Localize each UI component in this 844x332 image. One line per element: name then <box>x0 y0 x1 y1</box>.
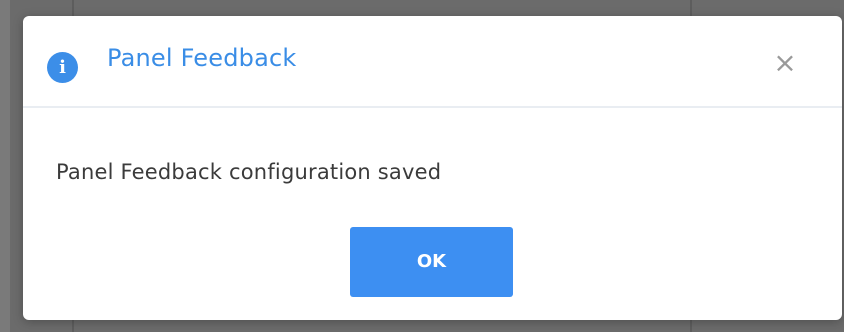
dialog-body: Panel Feedback configuration saved OK <box>23 108 842 320</box>
dialog-title: Panel Feedback <box>107 44 297 72</box>
ok-button[interactable]: OK <box>350 227 513 297</box>
backdrop-strip <box>0 0 10 332</box>
close-button[interactable]: × <box>772 49 798 77</box>
info-icon: i <box>47 52 78 83</box>
dialog-header: i Panel Feedback × <box>23 16 842 108</box>
modal-backdrop: i Panel Feedback × Panel Feedback config… <box>0 0 844 332</box>
feedback-dialog: i Panel Feedback × Panel Feedback config… <box>23 16 842 320</box>
dialog-message: Panel Feedback configuration saved <box>56 160 442 184</box>
